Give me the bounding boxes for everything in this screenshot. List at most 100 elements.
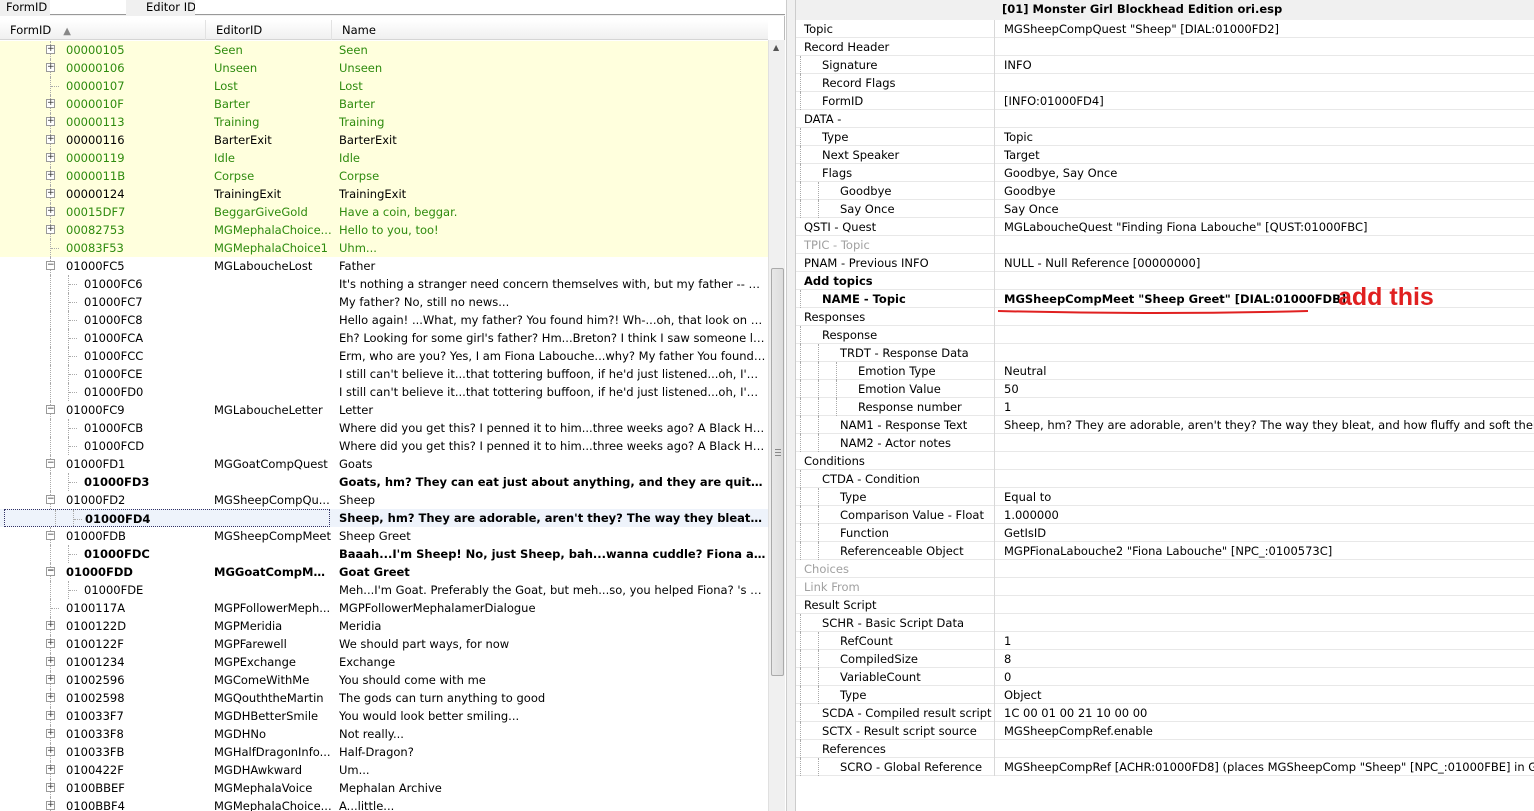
collapse-icon[interactable]: − xyxy=(46,567,55,576)
record-field-value[interactable]: Target xyxy=(1004,146,1534,164)
record-field-value[interactable] xyxy=(1004,236,1534,254)
record-field-row[interactable]: TRDT - Response Data xyxy=(796,344,1534,362)
tree-row[interactable]: +0100422F MGDHAwkward Um... xyxy=(0,761,768,779)
record-field-value[interactable]: 1C 00 01 00 21 10 00 00 xyxy=(1004,704,1534,722)
collapse-icon[interactable]: − xyxy=(46,459,55,468)
expand-icon[interactable]: + xyxy=(46,657,55,666)
tree-row[interactable]: 00000107 Lost Lost xyxy=(0,77,768,95)
record-field-row[interactable]: Result Script xyxy=(796,596,1534,614)
tree-row[interactable]: − 01000FDB MGSheepCompMeet Sheep Greet xyxy=(0,527,768,545)
record-field-row[interactable]: CTDA - Condition xyxy=(796,470,1534,488)
record-field-row[interactable]: Say Once Say Once xyxy=(796,200,1534,218)
record-field-value[interactable]: MGSheepCompRef.enable xyxy=(1004,722,1534,740)
tree-row[interactable]: +00082753 MGMephalaChoice... Hello to you,… xyxy=(0,221,768,239)
expand-icon[interactable]: + xyxy=(46,99,55,108)
record-field-row[interactable]: Conditions xyxy=(796,452,1534,470)
record-field-row[interactable]: Type Topic xyxy=(796,128,1534,146)
tree-row[interactable]: 01000FCC Erm, who are you? Yes, I am Fion… xyxy=(0,347,768,365)
expand-icon[interactable]: + xyxy=(46,225,55,234)
record-field-value[interactable]: Goodbye xyxy=(1004,182,1534,200)
tree-row[interactable]: 01000FC8 Hello again! ...What, my father?… xyxy=(0,311,768,329)
tree-row[interactable]: 01000FC7 My father? No, still no news... xyxy=(0,293,768,311)
record-field-value[interactable]: 0 xyxy=(1004,668,1534,686)
tree-row[interactable]: +0100BBF4 MGMephalaChoice... A...little... xyxy=(0,797,768,811)
collapse-icon[interactable]: − xyxy=(46,495,55,504)
record-field-value[interactable]: 1.000000 xyxy=(1004,506,1534,524)
record-field-value[interactable] xyxy=(1004,560,1534,578)
tree-row[interactable]: +0000011B Corpse Corpse xyxy=(0,167,768,185)
expand-icon[interactable]: + xyxy=(46,207,55,216)
expand-icon[interactable]: + xyxy=(46,171,55,180)
record-field-row[interactable]: Topic MGSheepCompQuest "Sheep" [DIAL:0100… xyxy=(796,20,1534,38)
expand-icon[interactable]: + xyxy=(46,801,55,810)
scrollbar-thumb[interactable] xyxy=(771,268,784,676)
record-field-row[interactable]: SCDA - Compiled result script 1C 00 01 00… xyxy=(796,704,1534,722)
record-field-value[interactable]: [INFO:01000FD4] xyxy=(1004,92,1534,110)
expand-icon[interactable]: + xyxy=(46,783,55,792)
tree-vertical-scrollbar[interactable]: ▲ xyxy=(768,40,785,811)
record-field-row[interactable]: QSTI - Quest MGLaboucheQuest "Finding Fio… xyxy=(796,218,1534,236)
record-field-row[interactable]: Function GetIsID xyxy=(796,524,1534,542)
tree-row[interactable]: − 01000FDD MGGoatCompMeet Goat Greet xyxy=(0,563,768,581)
tree-row[interactable]: − 01000FC9 MGLaboucheLetter Letter xyxy=(0,401,768,419)
pane-splitter[interactable] xyxy=(786,0,796,811)
record-field-value[interactable]: 50 xyxy=(1004,380,1534,398)
record-field-row[interactable]: Record Header xyxy=(796,38,1534,56)
record-field-row[interactable]: Response number 1 xyxy=(796,398,1534,416)
record-field-value[interactable] xyxy=(1004,344,1534,362)
tree-row[interactable]: +00000106 Unseen Unseen xyxy=(0,59,768,77)
record-field-value[interactable]: Equal to xyxy=(1004,488,1534,506)
expand-icon[interactable]: + xyxy=(46,711,55,720)
expand-icon[interactable]: + xyxy=(46,189,55,198)
column-header-formid[interactable]: FormID ▲ xyxy=(0,20,206,40)
record-field-row[interactable]: CompiledSize 8 xyxy=(796,650,1534,668)
tree-row[interactable]: 01000FD3 Goats, hm? They can eat just abo… xyxy=(0,473,768,491)
tree-row[interactable]: 01000FD0 I still can't believe it...that … xyxy=(0,383,768,401)
tree-row[interactable]: +00000105 Seen Seen xyxy=(0,41,768,59)
record-field-value[interactable]: 1 xyxy=(1004,398,1534,416)
record-field-row[interactable]: Type Equal to xyxy=(796,488,1534,506)
expand-icon[interactable]: + xyxy=(46,63,55,72)
record-field-value[interactable]: 1 xyxy=(1004,632,1534,650)
tree-row[interactable]: − 01000FD2 MGSheepCompQu... Sheep xyxy=(0,491,768,509)
collapse-icon[interactable]: − xyxy=(46,405,55,414)
record-field-row[interactable]: Type Object xyxy=(796,686,1534,704)
tree-row[interactable]: 01000FCD Where did you get this? I penned… xyxy=(0,437,768,455)
record-field-value[interactable]: 8 xyxy=(1004,650,1534,668)
tree-row[interactable]: +0000010F Barter Barter xyxy=(0,95,768,113)
record-field-row[interactable]: Response xyxy=(796,326,1534,344)
expand-icon[interactable]: + xyxy=(46,117,55,126)
expand-icon[interactable]: + xyxy=(46,729,55,738)
record-field-row[interactable]: Flags Goodbye, Say Once xyxy=(796,164,1534,182)
expand-icon[interactable]: + xyxy=(46,747,55,756)
record-field-value[interactable] xyxy=(1004,272,1534,290)
record-field-row[interactable]: PNAM - Previous INFO NULL - Null Referenc… xyxy=(796,254,1534,272)
tree-row[interactable]: 01000FCA Eh? Looking for some girl's fath… xyxy=(0,329,768,347)
record-field-value[interactable] xyxy=(1004,470,1534,488)
record-field-row[interactable]: Choices xyxy=(796,560,1534,578)
record-field-row[interactable]: Signature INFO xyxy=(796,56,1534,74)
tree-row[interactable]: +00000113 Training Training xyxy=(0,113,768,131)
tree-row[interactable]: +010033FB MGHalfDragonInfo... Half-Dragon? xyxy=(0,743,768,761)
record-field-value[interactable] xyxy=(1004,596,1534,614)
tree-row[interactable]: +01002598 MGQouththeMartin The gods can tu… xyxy=(0,689,768,707)
record-field-value[interactable]: INFO xyxy=(1004,56,1534,74)
record-field-value[interactable] xyxy=(1004,38,1534,56)
tree-row[interactable]: 01000FDE Meh...I'm Goat. Preferably the G… xyxy=(0,581,768,599)
record-field-value[interactable] xyxy=(1004,614,1534,632)
record-field-value[interactable]: MGPFionaLabouche2 "Fiona Labouche" [NPC_… xyxy=(1004,542,1534,560)
record-field-value[interactable] xyxy=(1004,740,1534,758)
column-header-editorid[interactable]: EditorID xyxy=(206,20,332,40)
record-field-row[interactable]: Referenceable Object MGPFionaLabouche2 "F… xyxy=(796,542,1534,560)
tree-row[interactable]: +0100122D MGPMeridia Meridia xyxy=(0,617,768,635)
formid-filter-input[interactable] xyxy=(50,0,126,15)
tree-row[interactable]: +0100122F MGPFarewell We should part ways,… xyxy=(0,635,768,653)
tree-row[interactable]: +00000124 TrainingExit TrainingExit xyxy=(0,185,768,203)
column-header-name[interactable]: Name xyxy=(332,20,768,40)
record-field-value[interactable]: Say Once xyxy=(1004,200,1534,218)
record-field-row[interactable]: Record Flags xyxy=(796,74,1534,92)
record-field-row[interactable]: RefCount 1 xyxy=(796,632,1534,650)
record-field-value[interactable] xyxy=(1004,110,1534,128)
record-field-value[interactable]: Sheep, hm? They are adorable, aren't the… xyxy=(1004,416,1534,434)
record-field-row[interactable]: Goodbye Goodbye xyxy=(796,182,1534,200)
